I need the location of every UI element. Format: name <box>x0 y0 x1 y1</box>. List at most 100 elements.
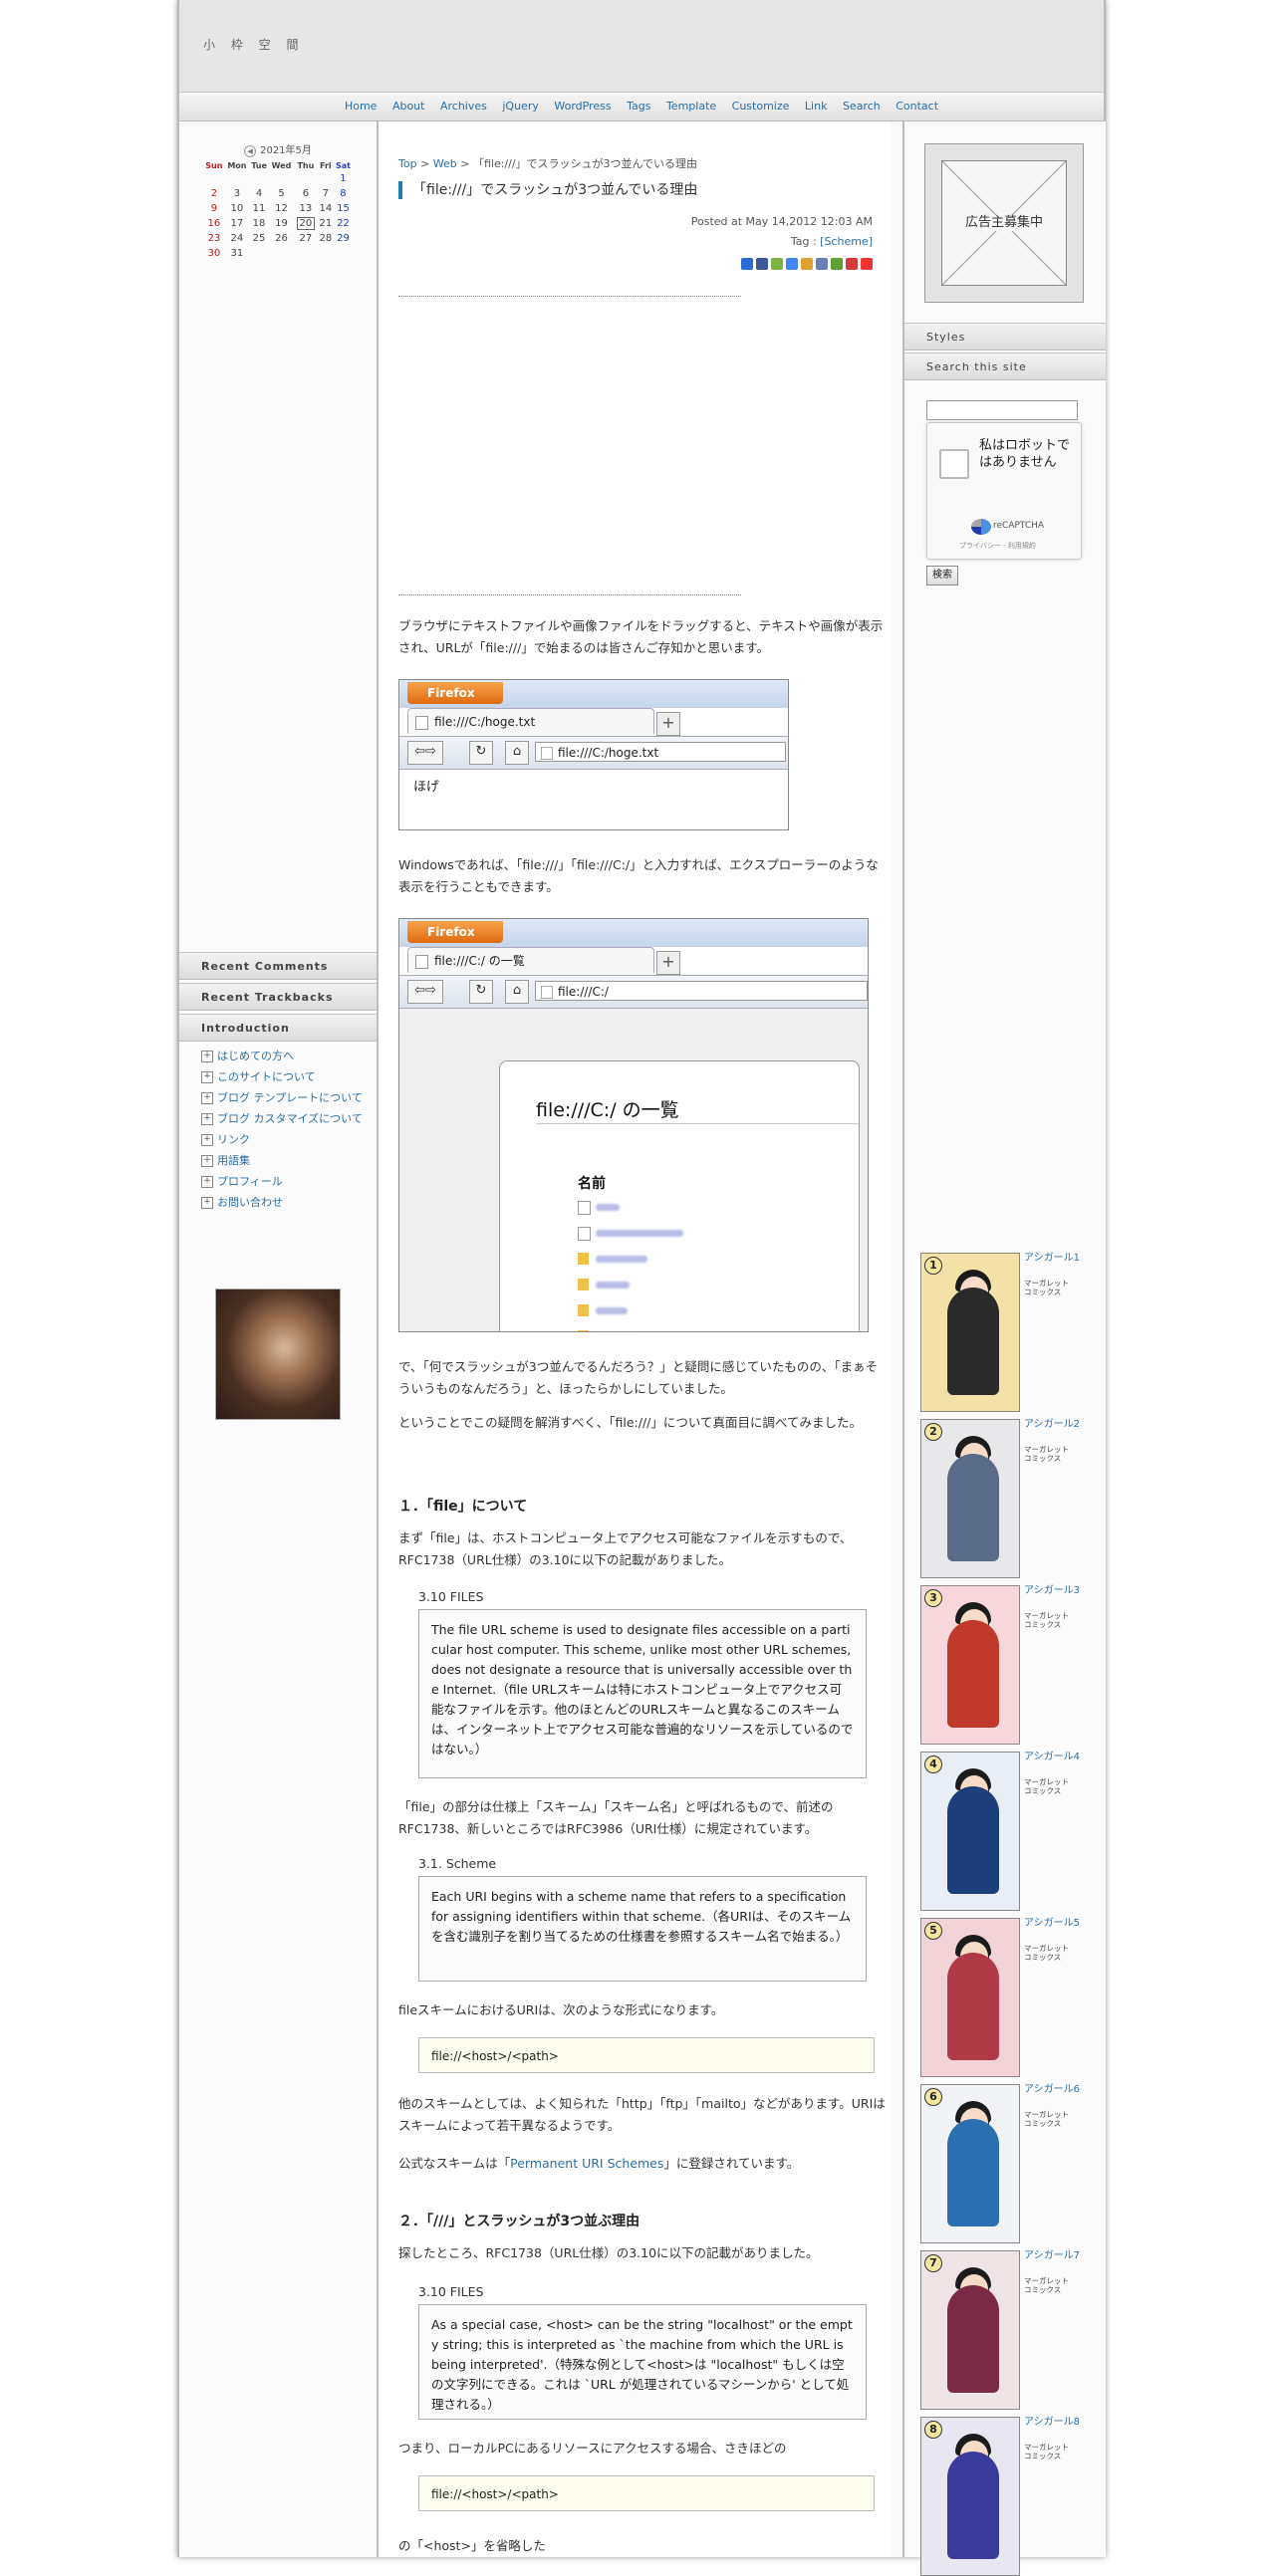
ad-placeholder[interactable]: 広告主募集中 <box>924 143 1084 303</box>
book-title[interactable]: アシガール5 <box>1024 1918 1094 1930</box>
book-cover[interactable]: 5 <box>920 1918 1020 2077</box>
book-item[interactable]: 2 アシガール2 マーガレットコミックス <box>920 1419 1100 1578</box>
calendar-day[interactable]: 21 <box>318 216 334 231</box>
book-title[interactable]: アシガール8 <box>1024 2417 1094 2429</box>
calendar-day[interactable]: 19 <box>269 216 294 231</box>
calendar-day[interactable]: 29 <box>334 231 353 246</box>
calendar-day[interactable]: 7 <box>318 186 334 201</box>
breadcrumb-web[interactable]: Web <box>433 157 457 170</box>
site-title[interactable]: 小 枠 空 間 <box>203 36 304 53</box>
calendar-day[interactable]: 2 <box>203 186 225 201</box>
intro-link-contact[interactable]: + お問い合わせ <box>201 1196 371 1210</box>
calendar-day[interactable]: 16 <box>203 216 225 231</box>
calendar-day[interactable]: 25 <box>249 231 269 246</box>
book-cover[interactable]: 4 <box>920 1752 1020 1911</box>
calendar-day[interactable]: 28 <box>318 231 334 246</box>
nav-tags[interactable]: Tags <box>627 100 650 113</box>
hatena-icon[interactable] <box>741 258 753 270</box>
recent-trackbacks-header[interactable]: Recent Trackbacks <box>179 983 377 1011</box>
calendar-day[interactable]: 9 <box>203 201 225 216</box>
tag-link-scheme[interactable]: [Scheme] <box>820 235 873 248</box>
url-bar: file:///C:/ <box>535 981 868 1001</box>
book-cover[interactable]: 1 <box>920 1253 1020 1412</box>
calendar-day[interactable]: 8 <box>334 186 353 201</box>
book-title[interactable]: アシガール4 <box>1024 1752 1094 1763</box>
buzzurl-icon[interactable] <box>801 258 813 270</box>
livedoor-icon[interactable] <box>771 258 783 270</box>
nav-wordpress[interactable]: WordPress <box>554 100 611 113</box>
newsing-icon[interactable] <box>846 258 858 270</box>
styles-header[interactable]: Styles <box>904 323 1106 351</box>
yahoo-icon[interactable] <box>816 258 828 270</box>
nav-link[interactable]: Link <box>805 100 828 113</box>
intro-link-profile[interactable]: + プロフィール <box>201 1175 371 1189</box>
book-cover[interactable]: 8 <box>920 2417 1020 2576</box>
add-clip-icon[interactable] <box>831 258 843 270</box>
book-item[interactable]: 4 アシガール4 マーガレットコミックス <box>920 1752 1100 1911</box>
book-title[interactable]: アシガール1 <box>1024 1253 1094 1265</box>
book-item[interactable]: 8 アシガール8 マーガレットコミックス <box>920 2417 1100 2576</box>
book-cover[interactable]: 2 <box>920 1419 1020 1578</box>
recent-comments-header[interactable]: Recent Comments <box>179 952 377 980</box>
calendar-day[interactable]: 1 <box>334 171 353 186</box>
breadcrumb-top[interactable]: Top <box>398 157 417 170</box>
calendar-day[interactable]: 15 <box>334 201 353 216</box>
nav-home[interactable]: Home <box>345 100 377 113</box>
calendar-day[interactable]: 13 <box>294 201 318 216</box>
book-title[interactable]: アシガール3 <box>1024 1585 1094 1597</box>
calendar-day[interactable]: 11 <box>249 201 269 216</box>
calendar-prev-icon[interactable]: ◀ <box>244 145 257 157</box>
intro-link-glossary[interactable]: + 用語集 <box>201 1154 371 1168</box>
nav-template[interactable]: Template <box>666 100 716 113</box>
search-site-header[interactable]: Search this site <box>904 352 1106 380</box>
nav-search[interactable]: Search <box>843 100 881 113</box>
recaptcha-checkbox[interactable] <box>939 449 969 479</box>
book-cover[interactable]: 6 <box>920 2084 1020 2243</box>
calendar-day[interactable]: 26 <box>269 231 294 246</box>
calendar-day[interactable]: 18 <box>249 216 269 231</box>
book-item[interactable]: 3 アシガール3 マーガレットコミックス <box>920 1585 1100 1745</box>
nav-about[interactable]: About <box>392 100 425 113</box>
book-title[interactable]: アシガール6 <box>1024 2084 1094 2096</box>
google-icon[interactable] <box>786 258 798 270</box>
book-title[interactable]: アシガール2 <box>1024 1419 1094 1431</box>
calendar-day[interactable]: 23 <box>203 231 225 246</box>
calendar-day[interactable]: 22 <box>334 216 353 231</box>
book-cover[interactable]: 3 <box>920 1585 1020 1745</box>
book-item[interactable]: 6 アシガール6 マーガレットコミックス <box>920 2084 1100 2243</box>
nav-contact[interactable]: Contact <box>895 100 938 113</box>
calendar-day[interactable]: 14 <box>318 201 334 216</box>
nav-customize[interactable]: Customize <box>732 100 790 113</box>
recaptcha-privacy-links[interactable]: プライバシー - 利用規約 <box>959 541 1036 551</box>
nav-jquery[interactable]: jQuery <box>502 100 539 113</box>
introduction-header[interactable]: Introduction <box>179 1014 377 1042</box>
calendar-day[interactable]: 6 <box>294 186 318 201</box>
calendar-day[interactable]: 5 <box>269 186 294 201</box>
intro-link-customize[interactable]: + ブログ カスタマイズについて <box>201 1112 371 1126</box>
calendar-day[interactable]: 24 <box>225 231 249 246</box>
calendar-day[interactable]: 20 <box>294 216 318 231</box>
search-button[interactable]: 検索 <box>926 566 958 585</box>
intro-link-template[interactable]: + ブログ テンプレートについて <box>201 1091 371 1105</box>
calendar-day[interactable]: 3 <box>225 186 249 201</box>
calendar-day[interactable]: 17 <box>225 216 249 231</box>
book-title[interactable]: アシガール7 <box>1024 2250 1094 2262</box>
nav-archives[interactable]: Archives <box>440 100 487 113</box>
book-item[interactable]: 5 アシガール5 マーガレットコミックス <box>920 1918 1100 2077</box>
calendar-day[interactable]: 4 <box>249 186 269 201</box>
nifty-icon[interactable] <box>861 258 873 270</box>
calendar-day[interactable]: 30 <box>203 246 225 261</box>
calendar-day[interactable]: 10 <box>225 201 249 216</box>
delicious-icon[interactable] <box>756 258 768 270</box>
intro-link-about-site[interactable]: + このサイトについて <box>201 1070 371 1084</box>
intro-link-links[interactable]: + リンク <box>201 1133 371 1147</box>
search-input[interactable] <box>926 400 1078 420</box>
book-item[interactable]: 7 アシガール7 マーガレットコミックス <box>920 2250 1100 2410</box>
calendar-day[interactable]: 31 <box>225 246 249 261</box>
book-cover[interactable]: 7 <box>920 2250 1020 2410</box>
book-item[interactable]: 1 アシガール1 マーガレットコミックス <box>920 1253 1100 1412</box>
intro-link-beginners[interactable]: + はじめての方へ <box>201 1050 371 1063</box>
calendar-day[interactable]: 12 <box>269 201 294 216</box>
calendar-day[interactable]: 27 <box>294 231 318 246</box>
permanent-uri-schemes-link[interactable]: Permanent URI Schemes <box>510 2156 663 2171</box>
